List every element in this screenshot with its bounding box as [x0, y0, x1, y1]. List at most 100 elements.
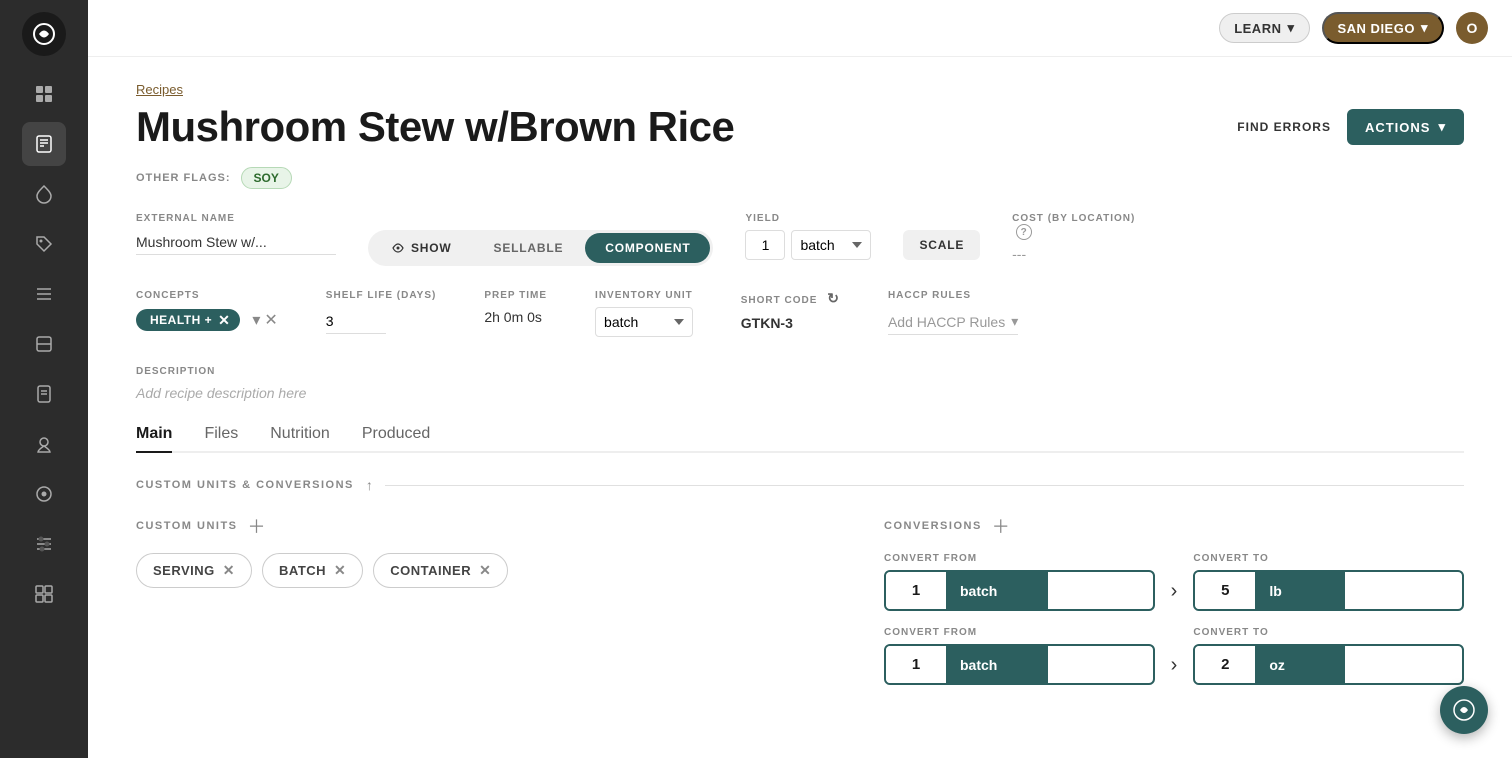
- fab-button[interactable]: [1440, 686, 1488, 734]
- scale-button[interactable]: SCALE: [903, 230, 980, 260]
- convert-to-value-1[interactable]: [1195, 572, 1255, 609]
- sellable-toggle[interactable]: SELLABLE: [474, 233, 584, 263]
- convert-from-label-2: CONVERT FROM: [884, 627, 1155, 638]
- sidebar-item-ops[interactable]: [22, 472, 66, 516]
- description-input[interactable]: Add recipe description here: [136, 385, 1464, 401]
- location-button[interactable]: SAN DIEGO ▾: [1322, 12, 1445, 44]
- unit-tags-row: SERVING ✕ BATCH ✕ CONTAINER ✕: [136, 553, 836, 588]
- conversions-col: CONVERSIONS ＋ CONVERT FROM batch serving…: [884, 513, 1464, 685]
- shelf-life-field: SHELF LIFE (DAYS): [326, 290, 437, 334]
- sidebar: [0, 0, 88, 758]
- sidebar-item-location[interactable]: [22, 422, 66, 466]
- component-toggle[interactable]: COMPONENT: [585, 233, 710, 263]
- sidebar-item-grid[interactable]: [22, 572, 66, 616]
- breadcrumb[interactable]: Recipes: [136, 82, 183, 97]
- concepts-add-icon[interactable]: ▾: [252, 310, 260, 330]
- convert-from-unit-2[interactable]: batch serving container: [946, 646, 1048, 683]
- two-col-layout: CUSTOM UNITS ＋ SERVING ✕ BATCH ✕ CONTAIN…: [136, 513, 1464, 685]
- show-label: SHOW: [411, 241, 452, 255]
- tab-produced[interactable]: Produced: [362, 425, 431, 453]
- convert-from-value-2[interactable]: [886, 646, 946, 683]
- yield-unit-select[interactable]: batch serving lb oz: [791, 230, 871, 260]
- sellable-label: SELLABLE: [494, 241, 564, 255]
- short-code-field: SHORT CODE ↻ GTKN-3: [741, 290, 840, 331]
- yield-field: YIELD batch serving lb oz: [745, 213, 871, 260]
- sidebar-item-home[interactable]: [22, 72, 66, 116]
- cost-label: COST (BY LOCATION) ?: [1012, 213, 1152, 240]
- sidebar-item-layers[interactable]: [22, 322, 66, 366]
- haccp-chevron-icon: ▾: [1011, 313, 1018, 330]
- sidebar-item-sliders[interactable]: [22, 522, 66, 566]
- concept-remove-button[interactable]: ✕: [218, 313, 230, 327]
- unit-tag-serving-remove[interactable]: ✕: [223, 562, 235, 579]
- description-section: DESCRIPTION Add recipe description here: [136, 361, 1464, 401]
- find-errors-button[interactable]: FIND ERRORS: [1237, 120, 1331, 134]
- convert-to-value-2[interactable]: [1195, 646, 1255, 683]
- sidebar-item-recipes[interactable]: [22, 122, 66, 166]
- avatar[interactable]: O: [1456, 12, 1488, 44]
- main-content: LEARN ▾ SAN DIEGO ▾ O FIND ERRORS ACTION…: [88, 0, 1512, 758]
- add-conversion-button[interactable]: ＋: [992, 513, 1010, 539]
- actions-button[interactable]: ACTIONS ▾: [1347, 109, 1464, 145]
- add-custom-unit-button[interactable]: ＋: [248, 513, 266, 539]
- yield-number-input[interactable]: [745, 230, 785, 260]
- arrow-icon-2: ›: [1171, 654, 1178, 677]
- page: FIND ERRORS ACTIONS ▾ Recipes Mushroom S…: [88, 57, 1512, 758]
- unit-tag-container-label: CONTAINER: [390, 563, 471, 578]
- external-name-input[interactable]: [136, 230, 336, 255]
- concepts-clear-icon[interactable]: ✕: [264, 310, 277, 330]
- haccp-placeholder: Add HACCP Rules: [888, 314, 1005, 330]
- sidebar-item-tags[interactable]: [22, 222, 66, 266]
- convert-from-unit-1[interactable]: batch serving container: [946, 572, 1048, 609]
- unit-tag-serving-label: SERVING: [153, 563, 215, 578]
- sidebar-logo[interactable]: [22, 12, 66, 56]
- prep-time-value: 2h 0m 0s: [484, 309, 547, 325]
- convert-from-label-1: CONVERT FROM: [884, 553, 1155, 564]
- convert-to-unit-1[interactable]: lb oz kg g: [1255, 572, 1345, 609]
- flags-row: OTHER FLAGS: SOY: [136, 167, 1464, 189]
- soy-flag: SOY: [241, 167, 292, 189]
- custom-units-col: CUSTOM UNITS ＋ SERVING ✕ BATCH ✕ CONTAIN…: [136, 513, 836, 685]
- short-code-refresh-icon[interactable]: ↻: [827, 290, 840, 306]
- concepts-field: CONCEPTS HEALTH + ✕ ▾ ✕: [136, 290, 278, 331]
- concept-tag: HEALTH + ✕: [136, 309, 240, 331]
- unit-tag-container-remove[interactable]: ✕: [479, 562, 491, 579]
- tab-main[interactable]: Main: [136, 425, 172, 453]
- section-header-custom-units: CUSTOM UNITS & CONVERSIONS ↑: [136, 477, 1464, 493]
- tabs-row: Main Files Nutrition Produced: [136, 425, 1464, 453]
- external-name-field: EXTERNAL NAME: [136, 213, 336, 255]
- sidebar-item-ingredients[interactable]: [22, 172, 66, 216]
- tab-files[interactable]: Files: [204, 425, 238, 453]
- inventory-unit-select[interactable]: batch serving lb oz: [595, 307, 693, 337]
- custom-units-title: CUSTOM UNITS: [136, 520, 238, 532]
- short-code-value: GTKN-3: [741, 315, 840, 331]
- sidebar-item-list[interactable]: [22, 272, 66, 316]
- section-collapse-icon[interactable]: ↑: [366, 477, 373, 493]
- scale-field: - SCALE: [903, 213, 980, 260]
- learn-button[interactable]: LEARN ▾: [1219, 13, 1309, 43]
- convert-to-unit-2[interactable]: oz lb kg g: [1255, 646, 1345, 683]
- show-toggle[interactable]: SHOW: [371, 233, 472, 263]
- haccp-select[interactable]: Add HACCP Rules ▾: [888, 309, 1018, 335]
- sidebar-item-docs[interactable]: [22, 372, 66, 416]
- cost-field: COST (BY LOCATION) ? ---: [1012, 213, 1152, 262]
- external-name-label: EXTERNAL NAME: [136, 213, 336, 224]
- flags-label: OTHER FLAGS:: [136, 172, 231, 184]
- convert-to-label-1: CONVERT TO: [1193, 553, 1464, 564]
- description-label: DESCRIPTION: [136, 366, 215, 377]
- convert-from-value-1[interactable]: [886, 572, 946, 609]
- inventory-unit-field: INVENTORY UNIT batch serving lb oz: [595, 290, 693, 337]
- tab-nutrition[interactable]: Nutrition: [270, 425, 330, 453]
- inventory-unit-label: INVENTORY UNIT: [595, 290, 693, 301]
- convert-from-group-1: batch serving container: [884, 570, 1155, 611]
- cost-help-icon[interactable]: ?: [1016, 224, 1032, 240]
- yield-label: YIELD: [745, 213, 871, 224]
- concepts-controls: ▾ ✕: [252, 310, 277, 330]
- unit-tag-serving: SERVING ✕: [136, 553, 252, 588]
- section-title-custom-units: CUSTOM UNITS & CONVERSIONS: [136, 479, 354, 491]
- unit-tag-batch-remove[interactable]: ✕: [334, 562, 346, 579]
- unit-tag-container: CONTAINER ✕: [373, 553, 508, 588]
- conversion-arrow-1: ›: [1171, 553, 1178, 611]
- custom-units-header: CUSTOM UNITS ＋: [136, 513, 836, 539]
- shelf-life-input[interactable]: [326, 309, 386, 334]
